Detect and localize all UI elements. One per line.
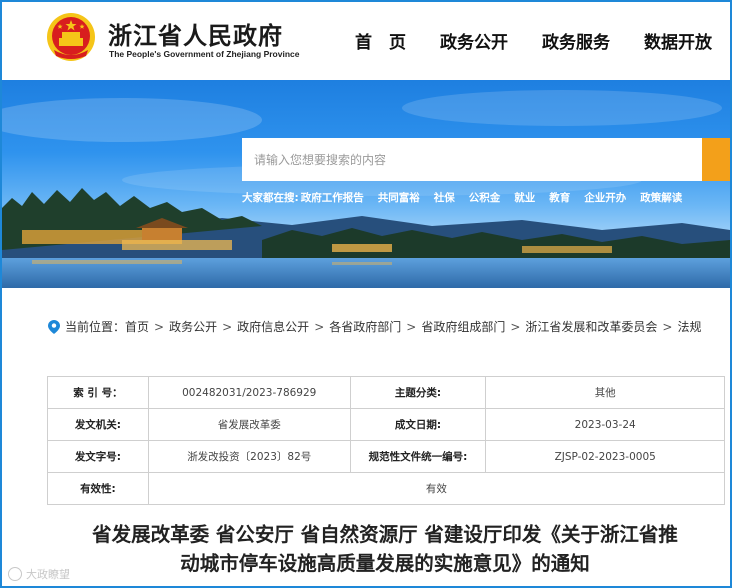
hot-search-item[interactable]: 政府工作报告 — [301, 190, 364, 205]
norm-no-label: 规范性文件统一编号: — [349, 440, 487, 473]
site-header: 浙江省人民政府 The People's Government of Zheji… — [2, 2, 730, 80]
nav-data-open[interactable]: 数据开放 — [644, 28, 712, 53]
table-row: 索 引 号： 002482031/2023-786929 主题分类: 其他 — [47, 376, 725, 409]
watermark-text: 大政瞭望 — [26, 568, 70, 581]
hot-search-item[interactable]: 就业 — [514, 190, 535, 205]
breadcrumb-provincial-departments[interactable]: 各省政府部门 — [329, 318, 401, 335]
hot-search-item[interactable]: 共同富裕 — [378, 190, 420, 205]
hot-search-item[interactable]: 企业开办 — [584, 190, 626, 205]
breadcrumb-regulations[interactable]: 法规 — [677, 318, 701, 335]
search-button[interactable] — [702, 138, 730, 181]
article-title-line: 省发展改革委 省公安厅 省自然资源厅 省建设厅印发《关于浙江省推 — [92, 523, 678, 546]
breadcrumb-government-affairs-open[interactable]: 政务公开 — [169, 318, 217, 335]
article-title: 省发展改革委 省公安厅 省自然资源厅 省建设厅印发《关于浙江省推 动城市停车设施… — [40, 520, 730, 578]
hero-banner: 大家都在搜: 政府工作报告 共同富裕 社保 公积金 就业 教育 企业开办 政策解… — [2, 80, 730, 288]
search-box — [242, 138, 702, 181]
doc-no-value: 浙发改投资〔2023〕82号 — [147, 440, 351, 473]
west-lake-scenery — [2, 90, 730, 288]
validity-value: 有效 — [147, 472, 726, 505]
validity-label: 有效性: — [47, 472, 149, 505]
site-title[interactable]: 浙江省人民政府 — [108, 16, 283, 51]
national-emblem-icon[interactable] — [46, 12, 96, 62]
breadcrumb-government-info-open[interactable]: 政府信息公开 — [237, 318, 309, 335]
watermark-logo-icon — [8, 567, 22, 581]
nav-government-affairs-open[interactable]: 政务公开 — [440, 28, 508, 53]
breadcrumb-label: 当前位置： — [65, 320, 126, 334]
topic-label: 主题分类: — [349, 376, 487, 409]
norm-no-value: ZJSP-02-2023-0005 — [485, 440, 725, 473]
search-input[interactable] — [242, 138, 702, 181]
date-value: 2023-03-24 — [485, 408, 725, 441]
breadcrumb-separator: > — [406, 319, 417, 334]
breadcrumb-separator: > — [222, 319, 233, 334]
hot-search-item[interactable]: 教育 — [549, 190, 570, 205]
hot-search-item[interactable]: 公积金 — [469, 190, 501, 205]
main-nav: 首 页 政务公开 政务服务 数据开放 — [355, 28, 712, 53]
topic-value: 其他 — [485, 376, 725, 409]
breadcrumb-separator: > — [662, 319, 673, 334]
breadcrumb-separator: > — [510, 319, 521, 334]
hot-search-item[interactable]: 社保 — [434, 190, 455, 205]
hot-searches: 大家都在搜: 政府工作报告 共同富裕 社保 公积金 就业 教育 企业开办 政策解… — [242, 190, 682, 205]
table-row: 有效性: 有效 — [47, 472, 726, 505]
site-subtitle: The People's Government of Zhejiang Prov… — [109, 49, 300, 59]
breadcrumb-separator: > — [314, 319, 325, 334]
table-row: 发文机关: 省发展改革委 成文日期: 2023-03-24 — [47, 408, 725, 441]
index-no-label: 索 引 号： — [47, 376, 149, 409]
issuer-value: 省发展改革委 — [147, 408, 351, 441]
breadcrumb-home[interactable]: 首页 — [125, 318, 149, 335]
doc-no-label: 发文字号: — [47, 440, 149, 473]
location-pin-icon — [48, 319, 60, 334]
breadcrumb-development-reform-commission[interactable]: 浙江省发展和改革委员会 — [525, 318, 657, 335]
nav-government-services[interactable]: 政务服务 — [542, 28, 610, 53]
table-row: 发文字号: 浙发改投资〔2023〕82号 规范性文件统一编号: ZJSP-02-… — [47, 440, 725, 473]
document-metadata-table: 索 引 号： 002482031/2023-786929 主题分类: 其他 发文… — [47, 376, 726, 505]
article-title-line: 动城市停车设施高质量发展的实施意见》的通知 — [180, 552, 590, 575]
hot-searches-label: 大家都在搜: — [242, 192, 299, 204]
watermark: 大政瞭望 — [8, 566, 70, 582]
index-no-value: 002482031/2023-786929 — [147, 376, 351, 409]
date-label: 成文日期: — [349, 408, 487, 441]
nav-home[interactable]: 首 页 — [355, 28, 406, 53]
breadcrumb-constituent-departments[interactable]: 省政府组成部门 — [421, 318, 505, 335]
breadcrumb-separator: > — [154, 319, 165, 334]
breadcrumb: 当前位置： 首页 > 政务公开 > 政府信息公开 > 各省政府部门 > 省政府组… — [48, 318, 702, 335]
hot-search-item[interactable]: 政策解读 — [640, 190, 682, 205]
issuer-label: 发文机关: — [47, 408, 149, 441]
